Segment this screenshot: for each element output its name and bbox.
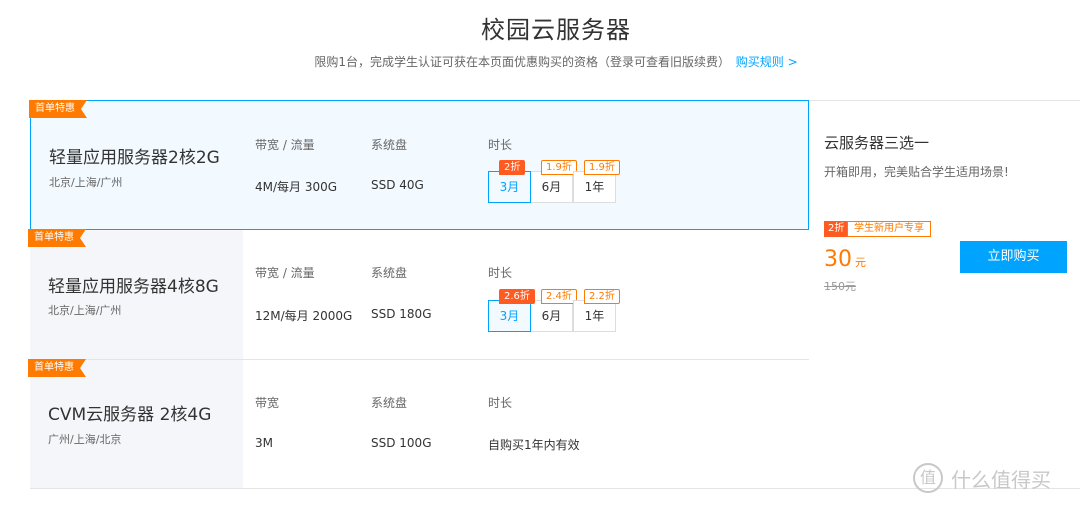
summary-title: 云服务器三选一 [824, 134, 930, 152]
duration-option-6-months[interactable]: 6月 2.4折 [530, 289, 577, 332]
disk-header: 系统盘 [371, 138, 408, 152]
bandwidth-header: 带宽 / 流量 [255, 138, 315, 152]
disk-value: SSD 40G [371, 178, 424, 192]
disk-header: 系统盘 [371, 396, 408, 410]
duration-option-3-months[interactable]: 3月 2.6折 [488, 289, 535, 332]
bandwidth-value: 12M/每月 2000G [255, 309, 353, 323]
disk-header: 系统盘 [371, 266, 408, 280]
price: 30 元 [824, 247, 866, 272]
duration-option-1-year[interactable]: 1年 2.2折 [573, 289, 620, 332]
price-amount: 30 [824, 247, 852, 272]
original-price: 150元 [824, 280, 856, 293]
student-promo-tag: 学生新用户专享 [847, 221, 931, 237]
price-unit: 元 [855, 256, 866, 269]
product-name: CVM云服务器 2核4G [48, 405, 212, 425]
first-order-ribbon: 首单特惠 [28, 229, 86, 247]
discount-tag: 2折 [499, 160, 526, 175]
product-card-lighthouse-4c8g[interactable]: 首单特惠 轻量应用服务器4核8G 北京/上海/广州 带宽 / 流量 12M/每月… [30, 230, 809, 360]
duration-label: 6月 [541, 180, 562, 194]
product-card-lighthouse-2c2g[interactable]: 首单特惠 轻量应用服务器2核2G 北京/上海/广州 带宽 / 流量 4M/每月 … [30, 100, 809, 230]
summary-description: 开箱即用，完美贴合学生适用场景! [824, 165, 1009, 179]
page-title: 校园云服务器 [481, 16, 631, 44]
duration-label: 3月 [499, 180, 520, 194]
duration-option-1-year[interactable]: 1年 1.9折 [573, 160, 620, 203]
disk-value: SSD 100G [371, 436, 432, 450]
watermark: 值 什么值得买 [913, 463, 1051, 493]
product-region: 北京/上海/广州 [48, 304, 122, 317]
duration-option-6-months[interactable]: 6月 1.9折 [530, 160, 577, 203]
discount-tag: 1.9折 [584, 160, 620, 175]
discount-tag: 2.6折 [499, 289, 535, 304]
duration-header: 时长 [488, 266, 513, 280]
product-name: 轻量应用服务器4核8G [48, 277, 219, 297]
duration-value: 自购买1年内有效 [488, 438, 580, 452]
buy-now-button[interactable]: 立即购买 [960, 241, 1067, 273]
duration-header: 时长 [488, 396, 513, 410]
duration-label: 3月 [499, 309, 520, 323]
discount-tag: 2.2折 [584, 289, 620, 304]
duration-label: 6月 [541, 309, 562, 323]
first-order-ribbon: 首单特惠 [29, 100, 87, 118]
duration-header: 时长 [488, 138, 513, 152]
smzdm-logo-icon: 值 [913, 463, 943, 493]
purchase-summary-panel: 云服务器三选一 开箱即用，完美贴合学生适用场景! 2折 学生新用户专享 30 元 … [809, 100, 1080, 489]
bandwidth-header: 带宽 / 流量 [255, 266, 315, 280]
product-region: 北京/上海/广州 [49, 176, 123, 189]
product-name: 轻量应用服务器2核2G [49, 148, 220, 168]
disk-value: SSD 180G [371, 307, 432, 321]
first-order-ribbon: 首单特惠 [28, 359, 86, 377]
bandwidth-header: 带宽 [255, 396, 280, 410]
bandwidth-value: 4M/每月 300G [255, 180, 338, 194]
duration-option-3-months[interactable]: 3月 2折 [488, 160, 531, 203]
duration-label: 1年 [584, 180, 605, 194]
discount-badge: 2折 [824, 221, 849, 237]
purchase-rules-link[interactable]: 购买规则 > [736, 55, 798, 69]
discount-tag: 2.4折 [541, 289, 577, 304]
watermark-text: 什么值得买 [951, 467, 1051, 492]
bandwidth-value: 3M [255, 436, 273, 450]
duration-label: 1年 [584, 309, 605, 323]
product-card-cvm-2c4g[interactable]: 首单特惠 CVM云服务器 2核4G 广州/上海/北京 带宽 3M 系统盘 SSD… [30, 360, 809, 489]
product-region: 广州/上海/北京 [48, 433, 122, 446]
subtitle-text: 限购1台，完成学生认证可获在本页面优惠购买的资格（登录可查看旧版续费） [314, 55, 730, 69]
discount-tag: 1.9折 [541, 160, 577, 175]
page-subtitle: 限购1台，完成学生认证可获在本页面优惠购买的资格（登录可查看旧版续费） 购买规则… [0, 53, 1080, 70]
